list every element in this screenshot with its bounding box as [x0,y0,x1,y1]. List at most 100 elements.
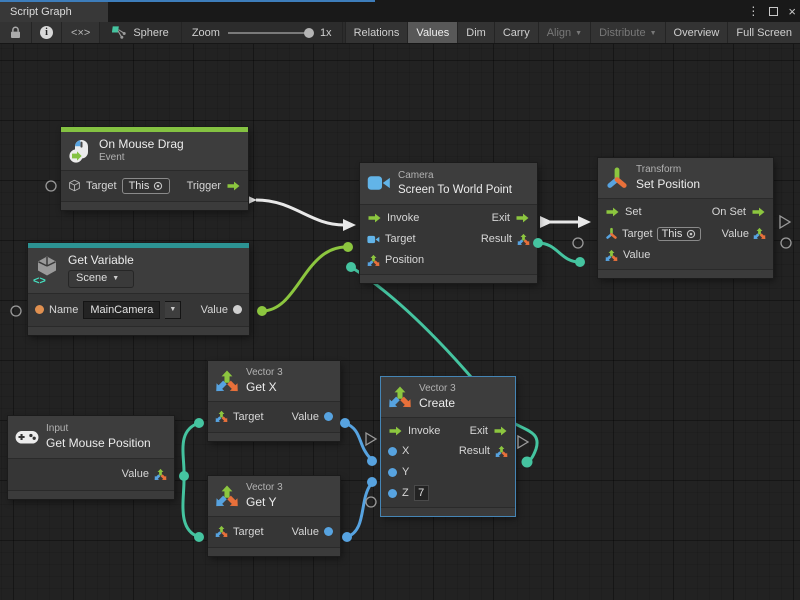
values-button[interactable]: Values [408,22,457,43]
wire-dot [575,257,585,267]
unconnected-port-indicator[interactable] [366,497,376,507]
variable-name-dropdown-icon[interactable]: ▼ [165,301,181,319]
relations-button[interactable]: Relations [346,22,408,43]
vector3-port-icon[interactable] [215,525,228,538]
wire-result-to-value[interactable] [538,243,580,262]
name-port[interactable] [35,305,44,314]
unconnected-port-indicator[interactable] [781,238,791,248]
vector3-port-icon[interactable] [753,227,766,240]
fullscreen-button[interactable]: Full Screen [728,22,800,43]
node-title: Get X [246,380,283,395]
distribute-button[interactable]: Distribute [591,22,664,43]
maximize-icon[interactable] [769,7,778,16]
wire-getx-to-x[interactable] [345,423,371,459]
z-value-field[interactable]: 7 [414,485,429,501]
camera-port-icon[interactable] [367,233,380,246]
overview-button[interactable]: Overview [666,22,728,43]
node-vector3-get-x[interactable]: Vector 3 Get X Target Value [208,361,340,441]
graph-toolbar: i <×> Sphere Zoom 1x Relations Values Di… [0,22,800,44]
object-picker-icon[interactable] [686,229,696,239]
vector3-port-icon[interactable] [154,468,167,481]
vector3-port-icon[interactable] [517,233,530,246]
node-title: Get Variable [68,253,134,268]
node-vector3-create[interactable]: Vector 3 Create Invoke Exit [381,377,515,516]
on-set-port-icon[interactable] [751,207,766,217]
wire-mouseposition-branch[interactable] [183,423,199,537]
y-port[interactable] [388,468,397,477]
target-this-chip[interactable]: This [657,227,702,241]
unconnected-flow-indicator[interactable] [518,436,528,448]
node-category: Camera [398,170,512,183]
graph-canvas[interactable]: On Mouse Drag Event Target This T [0,44,800,600]
lock-button[interactable] [0,22,31,43]
unconnected-port-indicator[interactable] [573,238,583,248]
node-get-variable[interactable]: <> Get Variable Scene Name MainCamera▼ V… [28,243,249,335]
port-label-position: Position [385,254,424,266]
node-on-mouse-drag[interactable]: On Mouse Drag Event Target This T [61,127,248,210]
node-footer [61,202,248,210]
mouse-drag-icon [68,139,92,163]
vector3-icon [215,369,239,393]
vector3-port-icon[interactable] [605,249,618,262]
port-label-target: Target [622,228,653,240]
port-label-value: Value [201,304,228,316]
graph-name: Sphere [133,27,168,39]
zoom-slider[interactable] [228,32,312,34]
code-preview-button[interactable]: <×> [62,22,99,43]
node-vector3-get-y[interactable]: Vector 3 Get Y Target Value [208,476,340,556]
window-menu-icon[interactable]: ⋮ [747,4,759,18]
set-port-icon[interactable] [605,207,620,217]
node-title: On Mouse Drag [99,137,184,152]
tab-bar: Script Graph ⋮ × [0,0,800,22]
zoom-label: Zoom [192,27,220,39]
invoke-port-icon[interactable] [367,213,382,223]
wire-trigger-to-invoke[interactable] [256,200,344,225]
wire-variable-to-target[interactable] [262,247,346,311]
invoke-port-icon[interactable] [388,426,403,436]
info-button[interactable]: i [32,22,61,43]
dim-button[interactable]: Dim [458,22,494,43]
vector3-port-icon[interactable] [367,254,380,267]
node-footer [598,270,773,278]
transform-port-icon[interactable] [605,227,618,240]
align-button[interactable]: Align [539,22,590,43]
tab-script-graph[interactable]: Script Graph [0,2,108,22]
unconnected-flow-indicator[interactable] [366,433,376,445]
variable-scope-dropdown[interactable]: Scene [68,270,134,288]
vector3-port-icon[interactable] [495,445,508,458]
code-icon: <×> [71,27,90,39]
target-this-chip[interactable]: This [122,178,171,194]
object-picker-icon[interactable] [153,181,163,191]
value-port[interactable] [233,305,242,314]
toolbar-spacer [343,22,345,43]
exit-port-icon[interactable] [515,213,530,223]
port-label-value-out: Value [722,228,749,240]
variable-name-field[interactable]: MainCamera [83,301,160,319]
trigger-port-icon[interactable] [226,181,241,191]
port-label-exit: Exit [470,425,488,437]
z-port[interactable] [388,489,397,498]
unconnected-port-indicator[interactable] [11,306,21,316]
node-get-mouse-position[interactable]: Input Get Mouse Position Value [8,416,174,499]
zoom-slider-knob[interactable] [304,28,314,38]
gameobject-cube-icon[interactable] [68,179,81,192]
exit-port-icon[interactable] [493,426,508,436]
unconnected-flow-indicator[interactable] [780,216,790,228]
node-category: Vector 3 [246,482,283,495]
lock-icon [8,25,23,40]
wire-gety-to-y[interactable] [347,484,371,537]
value-port[interactable] [324,527,333,536]
unconnected-port-indicator[interactable] [46,181,56,191]
vector3-port-icon[interactable] [215,410,228,423]
value-port[interactable] [324,412,333,421]
node-footer [8,491,174,499]
node-set-position[interactable]: Transform Set Position Set On Set [598,158,773,278]
x-port[interactable] [388,447,397,456]
carry-button[interactable]: Carry [495,22,538,43]
node-title: Screen To World Point [398,183,512,197]
node-title: Create [419,396,456,411]
vector3-icon [215,484,239,508]
close-icon[interactable]: × [788,4,796,19]
graph-breadcrumb[interactable]: Sphere [100,22,180,43]
node-screen-to-world-point[interactable]: Camera Screen To World Point Invoke Exit [360,163,537,283]
